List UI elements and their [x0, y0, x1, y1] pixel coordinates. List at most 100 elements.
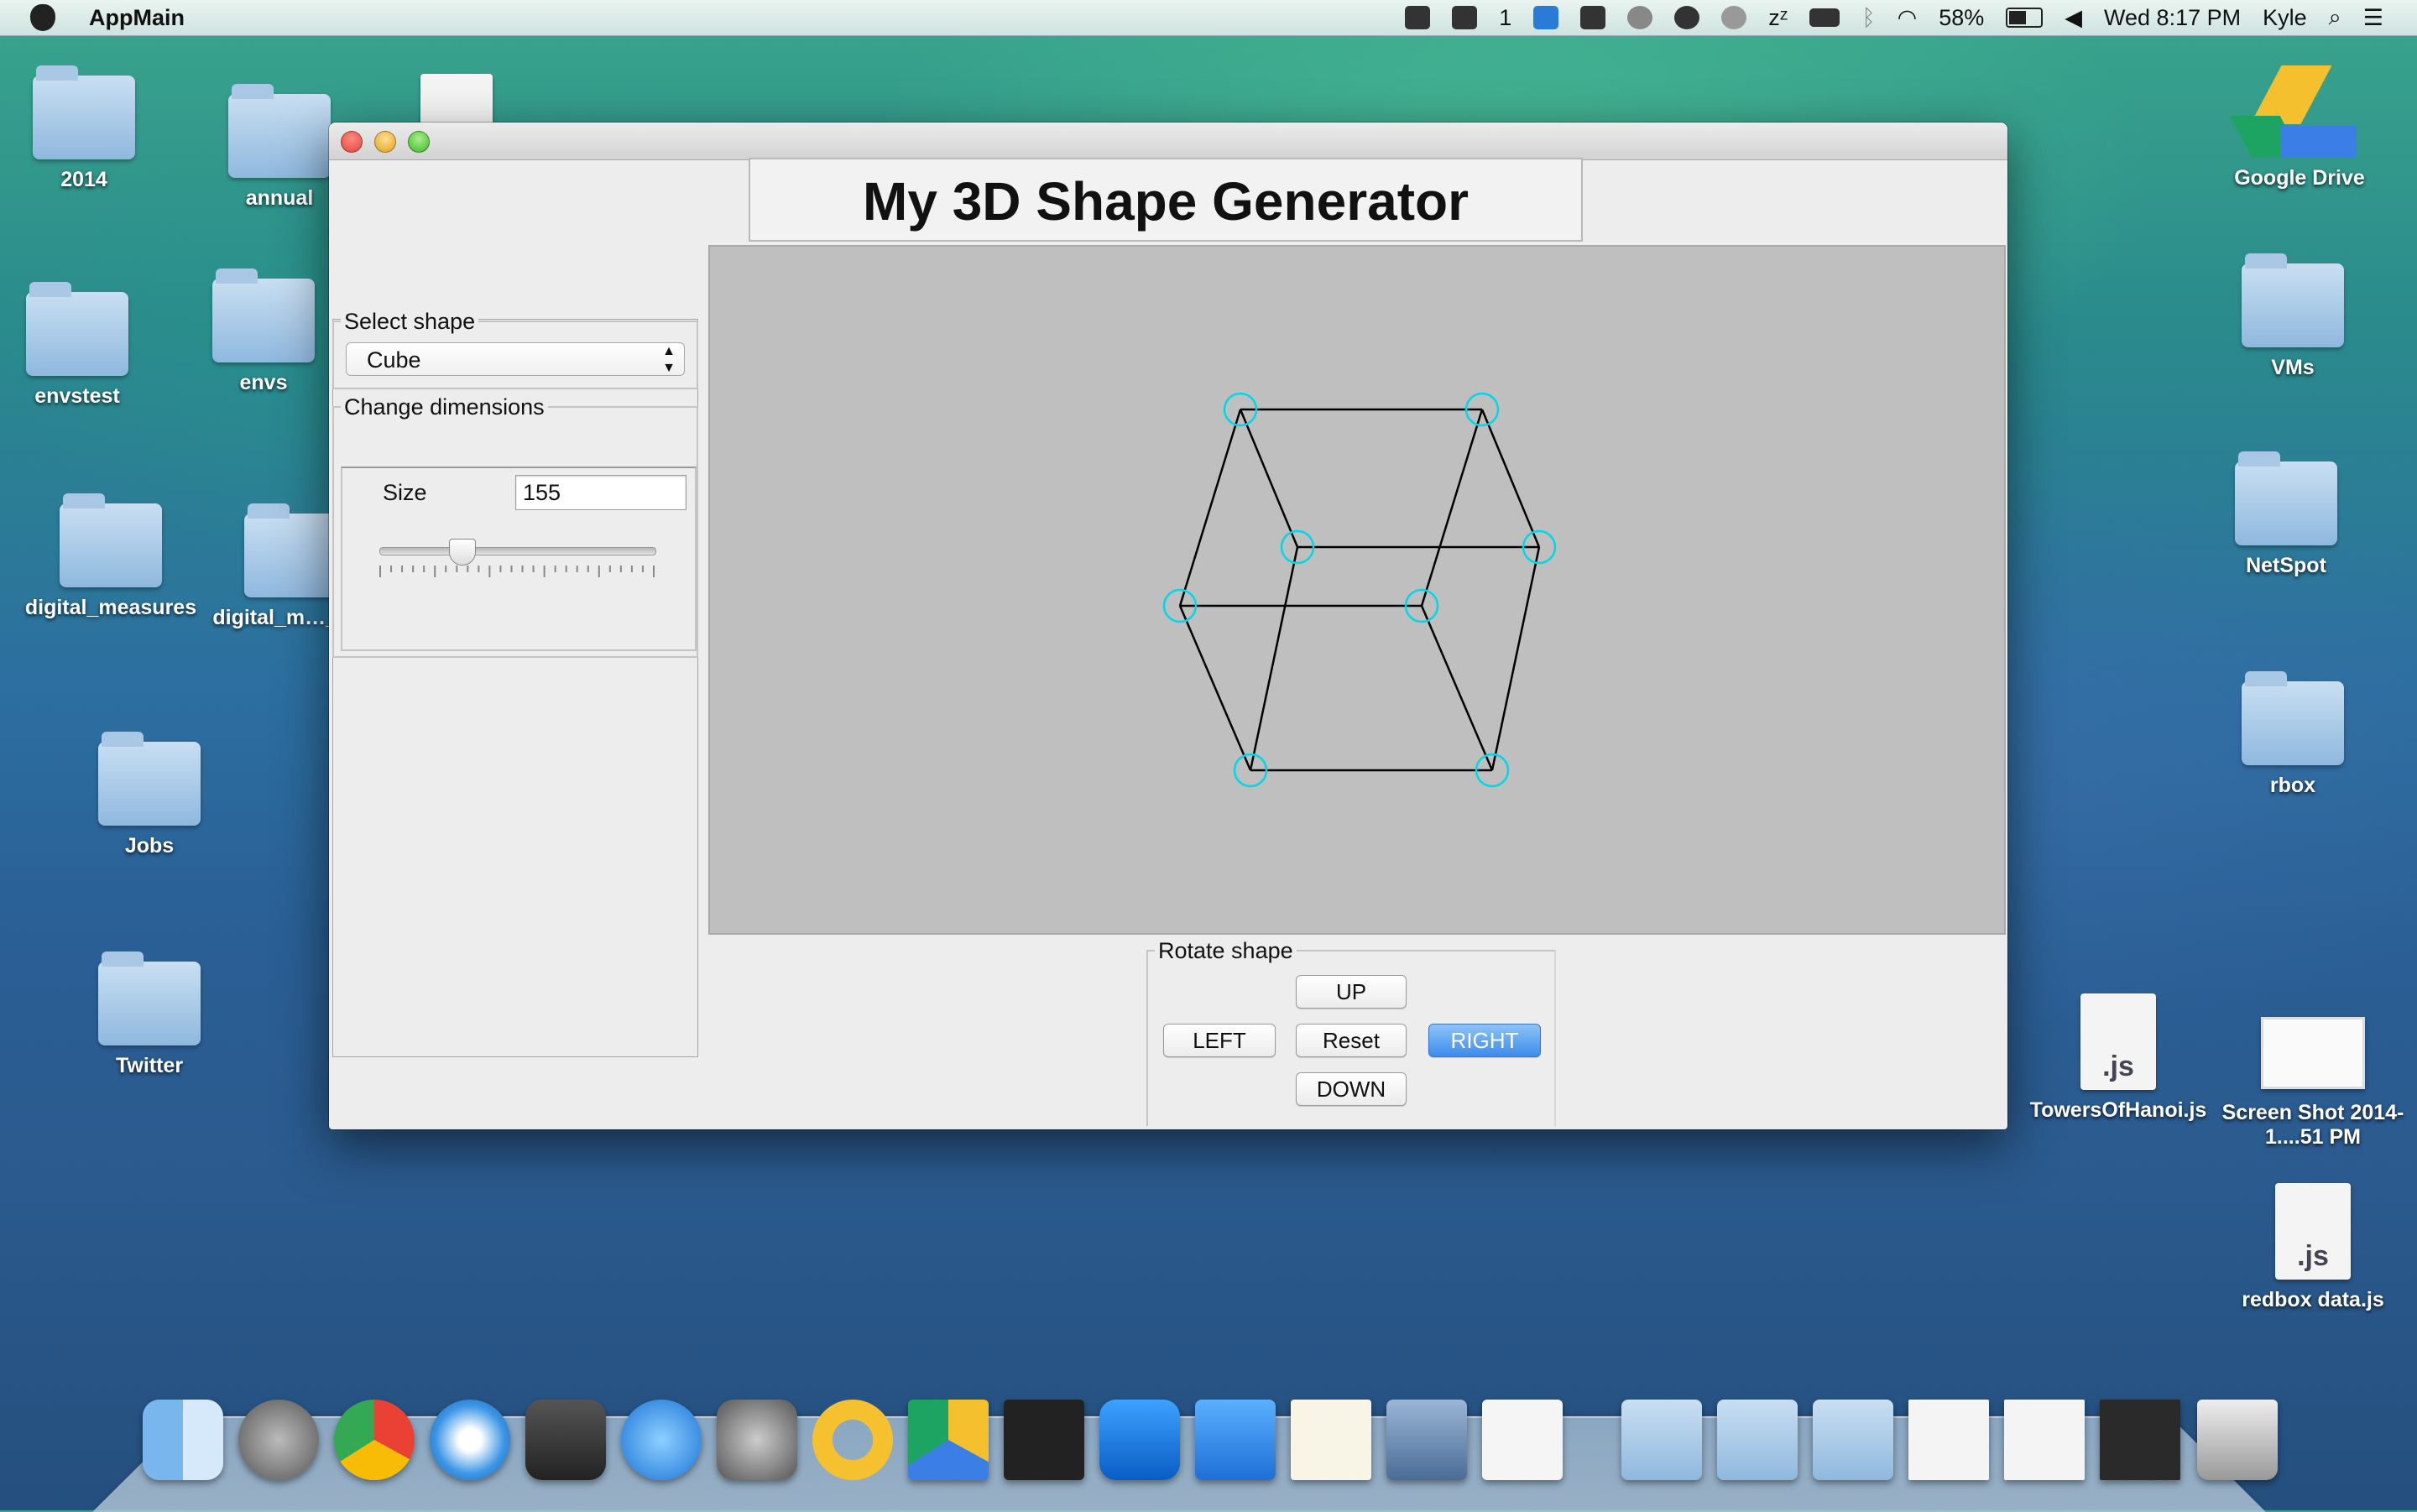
folder-icon [60, 503, 162, 587]
opera-icon[interactable] [812, 1400, 893, 1480]
desktop-screenshot-file[interactable]: Screen Shot 2014-1....51 PM [2212, 1017, 2414, 1150]
close-window-button[interactable] [341, 131, 363, 153]
desktop-folder[interactable]: Twitter [49, 962, 250, 1078]
adobe-icon[interactable] [1452, 6, 1477, 29]
sublime-text-icon[interactable] [525, 1400, 606, 1480]
system-preferences-icon[interactable] [717, 1400, 797, 1480]
google-drive-icon [2241, 65, 2358, 158]
change-dimensions-label: Change dimensions [341, 394, 548, 420]
folder-icon [228, 94, 331, 178]
window-titlebar[interactable] [329, 123, 2007, 160]
page-title: My 3D Shape Generator [749, 158, 1583, 242]
terminal-thumb-icon[interactable] [2100, 1400, 2180, 1480]
folder-icon [212, 279, 315, 362]
size-slider[interactable] [379, 547, 656, 555]
desktop-folder[interactable]: envstest [0, 292, 178, 409]
cube-edge [1482, 409, 1539, 547]
zoom-window-button[interactable] [408, 131, 430, 153]
app-window: My 3D Shape Generator Select shape Cube … [329, 123, 2007, 1129]
launchpad-icon[interactable] [238, 1400, 319, 1480]
desktop-google-drive[interactable]: Google Drive [2199, 65, 2400, 190]
desktop-icon-label: Jobs [125, 834, 174, 858]
desktop-folder[interactable]: 2014 [0, 76, 185, 192]
google-drive-icon[interactable] [1580, 6, 1605, 29]
teamviewer-icon[interactable] [1099, 1400, 1180, 1480]
size-label: Size [383, 480, 427, 506]
rotate-left-button[interactable]: LEFT [1163, 1024, 1276, 1057]
shape-canvas[interactable] [708, 245, 2006, 935]
downloads-folder-icon[interactable] [1813, 1400, 1893, 1480]
folder-icon [33, 76, 135, 159]
cube-edge [1492, 547, 1539, 770]
desktop-icon-label: redbox data.js [2242, 1288, 2384, 1311]
wifi-icon[interactable]: ◠ [1898, 5, 1918, 31]
textedit-icon[interactable] [1291, 1400, 1371, 1480]
desktop-folder[interactable]: VMs [2192, 263, 2394, 380]
rotate-up-button[interactable]: UP [1296, 975, 1407, 1009]
opera-icon[interactable] [1674, 6, 1699, 29]
folder-icon [26, 292, 128, 376]
cube-edge [1422, 606, 1492, 770]
desktop-folder[interactable]: NetSpot [2185, 461, 2387, 578]
memory-icon[interactable] [1809, 8, 1840, 27]
select-shape-label: Select shape [341, 309, 478, 335]
minimize-window-button[interactable] [374, 131, 396, 153]
folder-icon [98, 962, 201, 1045]
desktop-folder[interactable]: rbox [2192, 681, 2394, 798]
clock[interactable]: Wed 8:17 PM [2104, 5, 2241, 31]
desktop-js-file[interactable]: .js redbox data.js [2212, 1183, 2414, 1312]
up-down-arrows-icon: ▲ ▼ [662, 343, 676, 377]
desktop-icon-label: envs [240, 371, 288, 394]
shape-dropdown[interactable]: Cube ▲ ▼ [346, 342, 685, 376]
google-drive-icon[interactable] [908, 1400, 989, 1480]
desktop-folder[interactable]: Jobs [49, 742, 250, 858]
battery-icon[interactable] [2006, 8, 2043, 28]
rotate-shape-label: Rotate shape [1155, 938, 1297, 964]
disk-icon[interactable] [1627, 6, 1652, 29]
globe-icon[interactable] [1721, 6, 1746, 29]
desktop-icon-label: Screen Shot 2014-1....51 PM [2222, 1101, 2404, 1149]
finder-icon[interactable] [143, 1400, 223, 1480]
menu-bar-extras: 1 zᶻ ᛒ ◠ 58% ◀ Wed 8:17 PM Kyle ⌕ ☰ [1405, 4, 2383, 31]
desktop-icon-label: NetSpot [2246, 554, 2326, 577]
word-icon[interactable] [1195, 1400, 1276, 1480]
desktop-folder[interactable]: digital_measures [10, 503, 211, 620]
battery-percent: 58% [1939, 5, 1984, 31]
desktop-icon-label: Twitter [116, 1054, 183, 1077]
desktop-icon-label: 2014 [60, 168, 107, 191]
spotlight-icon[interactable]: ⌕ [2329, 4, 2341, 31]
teamviewer-icon[interactable] [1533, 6, 1558, 29]
trash-icon[interactable] [2197, 1400, 2278, 1480]
volume-icon[interactable]: ◀ [2065, 5, 2082, 31]
reset-button[interactable]: Reset [1296, 1024, 1407, 1057]
desktop-icon-label: VMs [2271, 356, 2314, 379]
user-name[interactable]: Kyle [2263, 5, 2307, 31]
applications-folder-icon[interactable] [1621, 1400, 1702, 1480]
screenshot-thumb-icon[interactable] [2004, 1400, 2085, 1480]
app-menu-name[interactable]: AppMain [89, 5, 185, 31]
desktop-icon-label: Google Drive [2234, 166, 2365, 190]
shape-dropdown-value: Cube [367, 347, 421, 373]
cube-edge [1180, 606, 1250, 770]
terminal-icon[interactable] [1004, 1400, 1084, 1480]
desktop-js-file[interactable]: .js TowersOfHanoi.js [2018, 993, 2219, 1123]
desktop-icon-label: digital_measures [25, 596, 196, 619]
jira-icon[interactable] [1386, 1400, 1467, 1480]
safari-icon[interactable] [430, 1400, 510, 1480]
app-store-icon[interactable] [621, 1400, 702, 1480]
bluetooth-icon[interactable]: ᛒ [1861, 5, 1875, 31]
apple-menu-icon[interactable] [30, 4, 55, 31]
screenshot-thumb-icon[interactable] [1908, 1400, 1989, 1480]
cube-edge [1240, 409, 1297, 547]
airplay-icon[interactable] [1405, 6, 1430, 29]
cube-edge [1250, 547, 1297, 770]
notification-center-icon[interactable]: ☰ [2363, 5, 2383, 31]
size-input[interactable]: 155 [515, 475, 686, 510]
rotate-right-button[interactable]: RIGHT [1428, 1024, 1541, 1057]
rotate-down-button[interactable]: DOWN [1296, 1072, 1407, 1106]
documents-folder-icon[interactable] [1717, 1400, 1798, 1480]
cube-edge [1180, 409, 1240, 606]
sleep-icon[interactable]: zᶻ [1768, 5, 1788, 31]
java-icon[interactable] [1482, 1400, 1563, 1480]
chrome-icon[interactable] [334, 1400, 415, 1480]
